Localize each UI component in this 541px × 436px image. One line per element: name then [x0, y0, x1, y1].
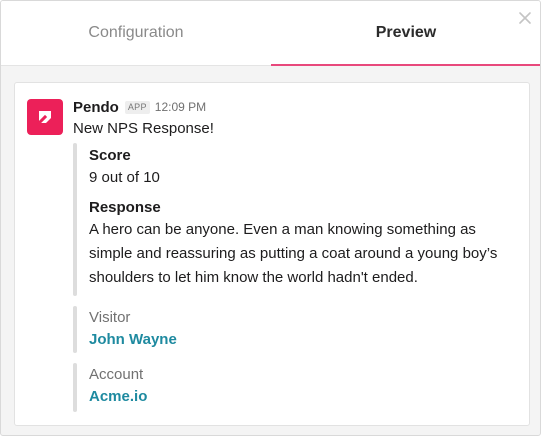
pendo-logo-icon: [27, 99, 63, 135]
field-score: Score 9 out of 10: [89, 145, 513, 190]
field-response: Response A hero can be anyone. Even a ma…: [89, 197, 513, 290]
field-title: Score: [89, 147, 131, 164]
close-icon[interactable]: [516, 9, 534, 27]
message-preview-card: Pendo APP 12:09 PM New NPS Response! Sco…: [14, 82, 530, 426]
account-link[interactable]: Acme.io: [89, 388, 147, 405]
message-body: Pendo APP 12:09 PM New NPS Response! Sco…: [73, 97, 513, 412]
preview-modal: Configuration Preview Pendo APP 12:09 PM…: [0, 0, 541, 436]
active-tab-indicator: [271, 64, 540, 66]
attachment-bar: [73, 143, 77, 296]
message-text: New NPS Response!: [73, 120, 214, 137]
tab-bar: Configuration Preview: [1, 1, 540, 66]
attachment-visitor: Visitor John Wayne: [73, 306, 513, 353]
field-title: Response: [89, 199, 161, 216]
visitor-link[interactable]: John Wayne: [89, 331, 177, 348]
attachment-bar: [73, 306, 77, 353]
account-label: Account: [89, 366, 144, 383]
tab-configuration[interactable]: Configuration: [1, 1, 271, 65]
attachment-bar: [73, 363, 77, 412]
tab-preview[interactable]: Preview: [271, 1, 540, 65]
visitor-label: Visitor: [89, 309, 131, 326]
app-badge: APP: [124, 100, 150, 114]
attachment-account: Account Acme.io: [73, 363, 513, 412]
attachment-nps: Score 9 out of 10 Response A hero can be…: [73, 143, 513, 296]
field-value: A hero can be anyone. Even a man knowing…: [89, 221, 498, 286]
message-timestamp[interactable]: 12:09 PM: [155, 100, 206, 114]
message-header: Pendo APP 12:09 PM: [73, 97, 513, 117]
sender-name[interactable]: Pendo: [73, 99, 119, 116]
field-value: 9 out of 10: [89, 169, 160, 186]
